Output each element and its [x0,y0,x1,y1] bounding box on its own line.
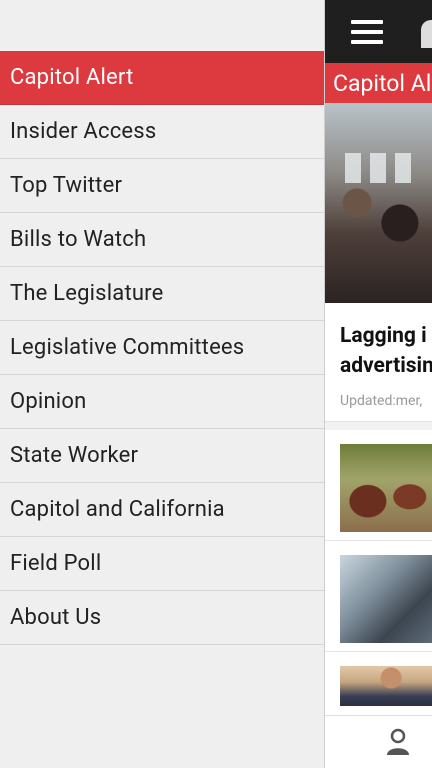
article-card[interactable] [325,541,432,652]
drawer-item-state-worker[interactable]: State Worker [0,429,324,483]
drawer-item-the-legislature[interactable]: The Legislature [0,267,324,321]
logo-icon [421,20,432,48]
updated-timestamp: Updated:mer, [340,393,423,409]
drawer-item-label: Top Twitter [10,173,123,198]
bottom-bar [325,715,432,768]
drawer-item-capitol-alert[interactable]: Capitol Alert [0,51,324,105]
drawer-header [0,0,324,51]
drawer-item-label: Opinion [10,389,87,414]
drawer-item-label: The Legislature [10,281,164,306]
menu-icon[interactable] [351,20,383,44]
headline-line-2: advertisin [340,354,432,378]
drawer-item-label: State Worker [10,443,139,468]
main-content: Capitol Alert Lagging i advertisin Updat… [324,0,432,768]
navigation-drawer: Capitol Alert Insider Access Top Twitter… [0,0,324,768]
drawer-item-top-twitter[interactable]: Top Twitter [0,159,324,213]
article-thumbnail [340,555,432,643]
drawer-item-capitol-and-california[interactable]: Capitol and California [0,483,324,537]
hero-image[interactable] [325,103,432,303]
drawer-item-label: Field Poll [10,551,102,576]
user-profile-icon[interactable] [385,728,411,756]
article-thumbnail [340,666,432,706]
drawer-item-label: Insider Access [10,119,157,144]
drawer-item-label: Bills to Watch [10,227,147,252]
drawer-item-opinion[interactable]: Opinion [0,375,324,429]
article-headline[interactable]: Lagging i advertisin [325,303,432,383]
headline-line-1: Lagging i [340,324,427,348]
article-card[interactable] [325,430,432,541]
drawer-item-insider-access[interactable]: Insider Access [0,105,324,159]
drawer-item-label: Capitol Alert [10,65,134,90]
section-title-bar: Capitol Alert [325,63,432,103]
drawer-item-label: About Us [10,605,102,630]
article-thumbnail [340,444,432,532]
app-bar [325,0,432,63]
section-title: Capitol Alert [333,69,432,97]
drawer-item-label: Capitol and California [10,497,225,522]
drawer-item-legislative-committees[interactable]: Legislative Committees [0,321,324,375]
drawer-item-label: Legislative Committees [10,335,245,360]
drawer-item-about-us[interactable]: About Us [0,591,324,645]
drawer-item-bills-to-watch[interactable]: Bills to Watch [0,213,324,267]
drawer-item-field-poll[interactable]: Field Poll [0,537,324,591]
divider [325,421,432,430]
